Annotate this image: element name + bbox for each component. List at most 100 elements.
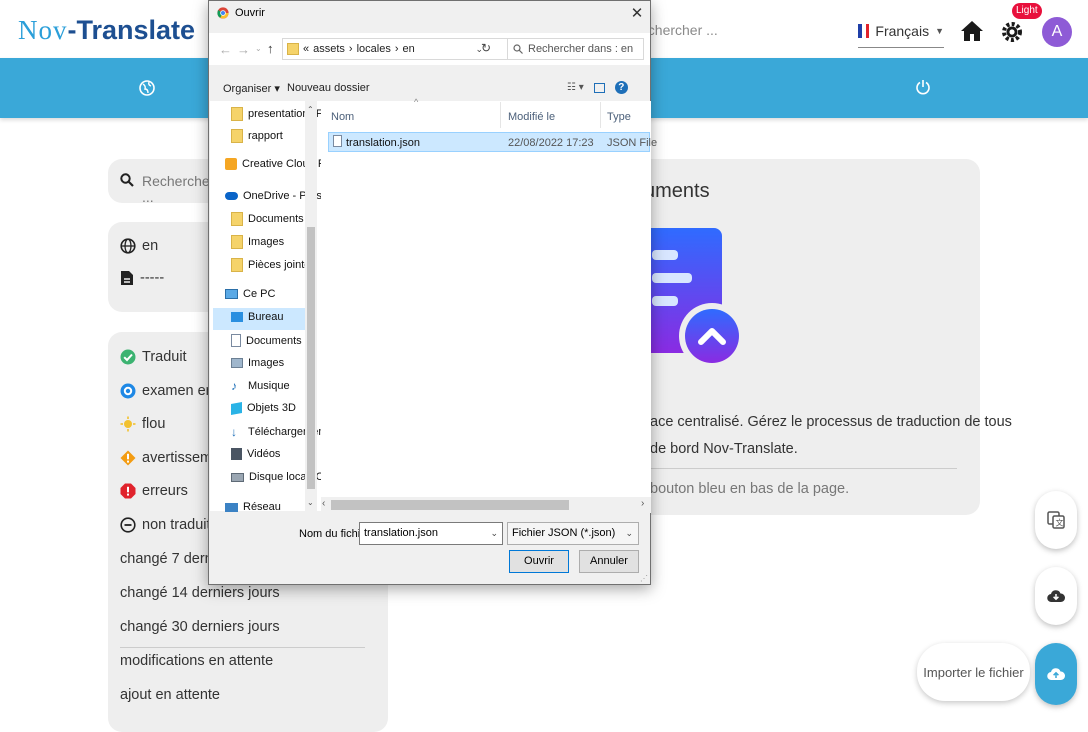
- file-row: -----: [120, 270, 164, 286]
- column-modified[interactable]: Modifié le: [508, 111, 555, 123]
- tree-scroll-up-icon[interactable]: ⌃: [307, 105, 314, 114]
- tree-item-onedrive-documents[interactable]: Documents: [231, 212, 304, 226]
- download-fab[interactable]: [1035, 567, 1077, 625]
- file-list: [321, 101, 651, 511]
- home-icon[interactable]: [960, 20, 984, 42]
- filter-untranslated[interactable]: non traduit: [120, 517, 211, 533]
- folder-icon: [231, 258, 243, 272]
- filter-pending-additions[interactable]: ajout en attente: [120, 687, 220, 703]
- address-bar[interactable]: « assets › locales › en ⌄: [282, 38, 508, 60]
- app-logo[interactable]: Nov-Translate: [18, 14, 195, 46]
- upload-fab[interactable]: [1035, 643, 1077, 705]
- translate-fab[interactable]: 文: [1035, 491, 1077, 549]
- tree-item-documents[interactable]: Documents: [231, 334, 302, 347]
- globe-icon[interactable]: [139, 80, 155, 96]
- music-icon: ♪: [231, 379, 237, 393]
- organize-button[interactable]: Organiser ▾: [223, 82, 280, 95]
- sort-ascending-icon: ^: [414, 97, 419, 107]
- column-type[interactable]: Type: [607, 111, 631, 123]
- file-list-hscroll-thumb[interactable]: [331, 500, 569, 510]
- tree-item-music[interactable]: ♪ Musique: [231, 379, 290, 393]
- tree-scroll-down-icon[interactable]: ⌄: [307, 498, 314, 507]
- theme-badge: Light: [1012, 3, 1042, 19]
- preview-pane-icon[interactable]: [593, 82, 605, 93]
- dialog-search-input[interactable]: Rechercher dans : en: [507, 38, 644, 60]
- locale-value: en: [142, 238, 159, 254]
- filter-errors[interactable]: erreurs: [120, 483, 188, 499]
- file-name: translation.json: [346, 137, 420, 149]
- view-tools: ☷ ▾ ?: [567, 81, 628, 94]
- tree-item-network[interactable]: Réseau: [225, 501, 281, 513]
- logo-translate: -Translate: [67, 15, 196, 45]
- tree-scroll-thumb[interactable]: [307, 227, 315, 489]
- svg-text:文: 文: [1056, 518, 1064, 528]
- tree-item-3d-objects[interactable]: Objets 3D: [231, 401, 296, 415]
- cloud-upload-icon: [1047, 668, 1065, 681]
- filter-divider: [120, 647, 365, 648]
- new-folder-button[interactable]: Nouveau dossier: [287, 82, 370, 94]
- view-options-icon[interactable]: ☷ ▾: [567, 82, 584, 93]
- cloud-download-icon: [1047, 590, 1065, 603]
- scroll-right-icon[interactable]: ›: [641, 498, 644, 509]
- google-translate-icon: 文: [1047, 511, 1065, 529]
- filter-pending-changes[interactable]: modifications en attente: [120, 653, 273, 669]
- help-icon[interactable]: ?: [614, 81, 628, 94]
- locale-row: en: [120, 238, 158, 254]
- creative-cloud-icon: [225, 158, 237, 170]
- tree-item-this-pc[interactable]: Ce PC: [225, 288, 275, 300]
- theme-gear-icon[interactable]: [1000, 20, 1024, 44]
- filter-fuzzy[interactable]: flou: [120, 416, 165, 432]
- filename-dropdown-icon[interactable]: ⌄: [490, 523, 498, 544]
- import-file-label[interactable]: Importer le fichier: [917, 643, 1030, 701]
- filter-warnings[interactable]: avertisseme: [120, 450, 220, 466]
- resize-grip-icon[interactable]: ⋰: [640, 574, 648, 583]
- search-icon: [120, 173, 134, 187]
- tree-item-onedrive-images[interactable]: Images: [231, 235, 284, 249]
- chevron-down-icon: ▼: [935, 25, 944, 36]
- documents-hint: bouton bleu en bas de la page.: [650, 481, 850, 497]
- up-arrow-icon[interactable]: ↑: [267, 41, 274, 56]
- forward-arrow-icon[interactable]: →: [237, 42, 250, 57]
- dialog-search-placeholder: Rechercher dans : en: [528, 43, 634, 55]
- header-search-input[interactable]: echercher ...: [640, 22, 840, 38]
- chrome-icon: [217, 7, 229, 19]
- breadcrumb-locales[interactable]: locales: [357, 43, 391, 55]
- filter-changed-30[interactable]: changé 30 derniers jours: [120, 619, 280, 635]
- language-label: Français: [875, 22, 930, 39]
- filetype-select[interactable]: Fichier JSON (*.json) ⌄: [507, 522, 639, 545]
- refresh-icon[interactable]: ↻: [481, 41, 491, 55]
- tree-item-images[interactable]: Images: [231, 357, 284, 369]
- images-icon: [231, 358, 243, 368]
- cancel-button[interactable]: Annuler: [579, 550, 639, 573]
- power-icon[interactable]: [915, 79, 931, 95]
- filetype-dropdown-icon[interactable]: ⌄: [625, 523, 633, 544]
- documents-icon: [231, 334, 241, 347]
- user-avatar[interactable]: A: [1042, 17, 1072, 47]
- language-select[interactable]: Français ▼: [858, 18, 944, 48]
- filter-changed-14[interactable]: changé 14 derniers jours: [120, 585, 280, 601]
- desktop-icon: [231, 312, 243, 322]
- logo-nov: Nov: [18, 15, 68, 45]
- dialog-close-icon[interactable]: ✕: [630, 4, 644, 22]
- review-icon: [120, 383, 136, 399]
- tree-item-rapport[interactable]: rapport: [231, 129, 283, 143]
- filename-input[interactable]: translation.json ⌄: [359, 522, 503, 545]
- file-icon: [121, 271, 133, 285]
- folder-icon: [231, 212, 243, 226]
- tree-item-desktop[interactable]: Bureau: [231, 311, 283, 323]
- check-circle-icon: [120, 349, 136, 365]
- scroll-left-icon[interactable]: ‹: [322, 498, 325, 509]
- tree-item-videos[interactable]: Vidéos: [231, 448, 280, 460]
- breadcrumb-en[interactable]: en: [403, 43, 415, 55]
- filter-translated[interactable]: Traduit: [120, 349, 187, 365]
- downloads-icon: ↓: [231, 425, 237, 439]
- column-name[interactable]: Nom: [331, 111, 354, 123]
- back-arrow-icon[interactable]: ←: [219, 42, 232, 57]
- minus-circle-icon: [120, 517, 136, 533]
- tree-item-attachments[interactable]: Pièces jointes: [231, 258, 316, 272]
- breadcrumb-assets[interactable]: assets: [313, 43, 345, 55]
- recent-dropdown-icon[interactable]: ⌄: [255, 44, 262, 53]
- column-separator: [600, 102, 601, 128]
- open-button[interactable]: Ouvrir: [509, 550, 569, 573]
- tree-item-downloads[interactable]: ↓ Téléchargements: [231, 425, 333, 439]
